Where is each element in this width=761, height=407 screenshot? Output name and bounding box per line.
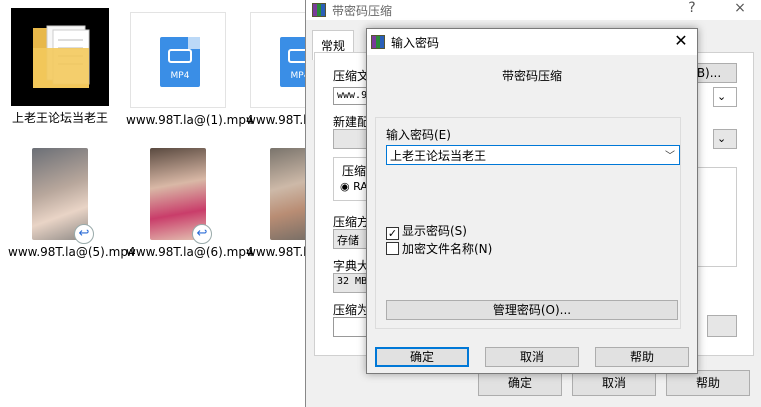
method-label: 压缩方 <box>333 215 370 229</box>
video-file-item[interactable]: ↩ www.98T.la@(6).mp4 <box>126 148 254 260</box>
chevron-down-icon[interactable]: ﹀ <box>665 147 675 162</box>
show-password-checkbox[interactable]: ✓ 显示密码(S) <box>386 222 467 240</box>
folder-icon <box>11 8 109 106</box>
checkbox-label: 加密文件名称(N) <box>402 242 493 256</box>
split-label: 压缩为 <box>333 303 370 317</box>
password-button-partial[interactable] <box>707 315 737 337</box>
enter-password-dialog: 输入密码 ✕ 带密码压缩 输入密码(E) 上老王论坛当老王 ﹀ ✓ 显示密码(S)… <box>366 28 698 374</box>
ok-button[interactable]: 确定 <box>375 347 469 367</box>
checkbox-label: 显示密码(S) <box>402 224 467 238</box>
shortcut-arrow-icon: ↩ <box>192 224 212 244</box>
file-label: 上老王论坛当老王 <box>11 111 108 125</box>
video-thumbnail: ↩ <box>150 148 212 244</box>
password-group: 输入密码(E) 上老王论坛当老王 ﹀ ✓ 显示密码(S) 加密文件名称(N) 管理… <box>375 117 681 329</box>
winrar-icon <box>312 3 326 17</box>
manage-passwords-button[interactable]: 管理密码(O)... <box>386 300 678 320</box>
mp4-file-icon: MP4 <box>130 12 226 108</box>
window-titlebar: 带密码压缩 ? × <box>306 0 761 20</box>
cancel-button[interactable]: 取消 <box>485 347 579 367</box>
close-icon[interactable]: ✕ <box>671 31 691 51</box>
video-thumbnail: ↩ <box>32 148 94 244</box>
file-label: www.98T.la@(6).mp4 <box>126 245 254 259</box>
checkbox-box[interactable]: ✓ <box>386 227 399 240</box>
archive-name-label: 压缩文 <box>333 69 370 83</box>
archive-name-dropdown[interactable]: ⌄ <box>713 87 737 107</box>
file-label: www.98T.la@(5).mp4 <box>8 245 136 259</box>
encrypt-filenames-checkbox[interactable]: 加密文件名称(N) <box>386 240 492 257</box>
new-config-label: 新建配 <box>333 115 370 129</box>
help-button[interactable]: 帮助 <box>595 347 689 367</box>
file-label: www.98T.la@(1).mp4 <box>126 113 254 127</box>
help-icon[interactable]: ? <box>680 0 704 20</box>
shortcut-arrow-icon: ↩ <box>74 224 94 244</box>
video-file-item[interactable]: ↩ www.98T.la@(5).mp4 <box>8 148 136 260</box>
password-label: 输入密码(E) <box>386 128 451 142</box>
dialog-heading: 带密码压缩 <box>501 69 562 83</box>
dialog-titlebar: 输入密码 ✕ <box>367 29 697 55</box>
update-mode-dropdown[interactable]: ⌄ <box>713 129 737 149</box>
winrar-icon <box>371 35 385 49</box>
mp4-file-item[interactable]: MP4 www.98T.la@(1).mp4 <box>126 12 254 128</box>
password-input[interactable]: 上老王论坛当老王 ﹀ <box>386 145 680 165</box>
password-value: 上老王论坛当老王 <box>390 149 487 163</box>
dictionary-label: 字典大 <box>333 259 370 273</box>
close-icon[interactable]: × <box>728 0 752 20</box>
folder-item[interactable]: 上老王论坛当老王 <box>8 8 112 126</box>
dialog-title: 输入密码 <box>391 36 440 50</box>
checkbox-box[interactable] <box>386 242 399 255</box>
format-radio-rar[interactable]: ◉ RA <box>340 180 368 193</box>
window-title: 带密码压缩 <box>332 4 393 18</box>
